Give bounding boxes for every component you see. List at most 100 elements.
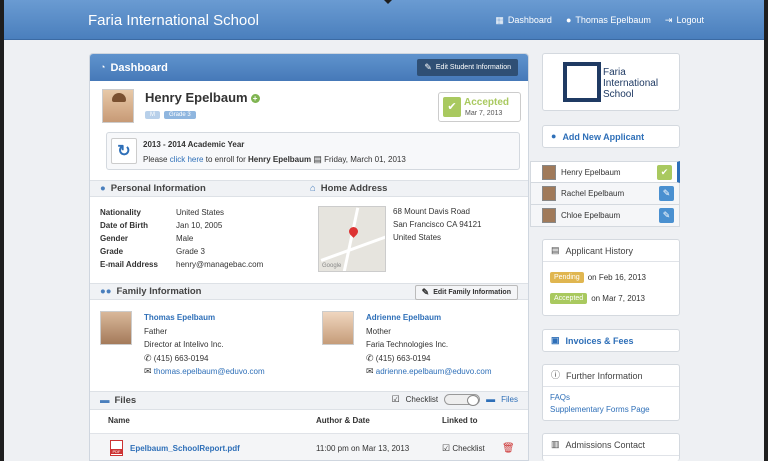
father-email-row: ✉ thomas.epelbaum@eduvo.com [144, 365, 265, 379]
student-tags: M Grade 3 [145, 111, 196, 119]
field-key: Date of Birth [100, 221, 148, 230]
father-job: Director at Intelivo Inc. [144, 340, 224, 349]
applicant-list: Henry Epelbaum ✔ Rachel Epelbaum ✎ Chloe… [530, 161, 680, 227]
money-icon: ▣ [551, 335, 560, 345]
applicant-item[interactable]: Rachel Epelbaum ✎ [530, 183, 680, 205]
refresh-icon: ↻ [111, 138, 137, 164]
tag-grade: Grade 3 [164, 111, 196, 119]
address-text: 68 Mount Davis Road San Francisco CA 941… [393, 205, 482, 244]
edit-family-button[interactable]: ✎ Edit Family Information [414, 285, 518, 300]
check-icon: ☑ [442, 443, 451, 453]
home-address-header: ⌂ Home Address [300, 180, 528, 197]
enroll-notice: ↻ 2013 - 2014 Academic Year Please click… [106, 132, 520, 170]
map-google-label: Google [322, 263, 342, 269]
father-card: Thomas Epelbaum Father Director at Intel… [144, 311, 265, 379]
father-phone-row: ✆ (415) 663-0194 [144, 352, 265, 366]
address-line2: San Francisco CA 94121 [393, 220, 482, 229]
father-phone: (415) 663-0194 [153, 353, 209, 363]
mother-email-row: ✉ adrienne.epelbaum@eduvo.com [366, 365, 492, 379]
enroll-name: Henry Epelbaum [248, 155, 312, 164]
field-value: Male [176, 234, 194, 243]
enroll-link[interactable]: click here [170, 155, 204, 164]
applicant-avatar [542, 164, 556, 180]
file-name[interactable]: Epelbaum_SchoolReport.pdf [130, 444, 240, 453]
further-title: Further Information [566, 370, 643, 381]
field-grade: Grade Grade 3 [100, 245, 263, 258]
field-value: Jan 10, 2005 [176, 221, 223, 230]
nav-dashboard[interactable]: ▦ Dashboard [495, 15, 552, 25]
invoices-fees-button[interactable]: ▣ Invoices & Fees [542, 329, 680, 352]
file-linked: ☑ Checklist [442, 443, 485, 454]
contact-card-icon: ▥ [551, 439, 560, 449]
top-navbar: Faria International School ▦ Dashboard ● T… [4, 0, 764, 40]
pencil-icon: ✎ [421, 287, 430, 297]
mother-name[interactable]: Adrienne Epelbaum [366, 311, 492, 325]
group-icon: ●● [100, 286, 112, 297]
school-brand[interactable]: Faria International School [88, 12, 259, 29]
logout-icon: ⇥ [664, 14, 673, 25]
accepted-status-box: ✔ Accepted Mar 7, 2013 [438, 92, 521, 122]
applicant-name: Chloe Epelbaum [561, 211, 621, 220]
mother-email[interactable]: adrienne.epelbaum@eduvo.com [376, 367, 492, 376]
school-logo-box: Faria International School [542, 53, 680, 111]
trash-icon[interactable]: 🗑 [502, 443, 515, 454]
col-linked: Linked to [442, 416, 478, 425]
field-key: Gender [100, 234, 129, 243]
further-info-box: ⓘ Further Information FAQs Supplementary… [542, 364, 680, 421]
add-applicant-button[interactable]: ● Add New Applicant [542, 125, 680, 148]
phone-icon: ✆ [366, 352, 374, 363]
contact-title: Admissions Contact [565, 439, 646, 450]
address-map[interactable]: Google [318, 206, 386, 272]
folder-icon: ▬ [100, 395, 110, 406]
edit-student-button[interactable]: ✎ Edit Student Information [417, 59, 518, 76]
admissions-contact-box: ▥ Admissions Contact [542, 433, 680, 461]
add-plus-icon[interactable]: + [250, 94, 260, 104]
enroll-prefix: Please [143, 155, 168, 164]
mother-job: Faria Technologies Inc. [366, 340, 449, 349]
field-nationality: Nationality United States [100, 206, 263, 219]
supplementary-link[interactable]: Supplementary Forms Page [550, 405, 650, 414]
father-name[interactable]: Thomas Epelbaum [144, 311, 265, 325]
mother-phone: (415) 663-0194 [375, 353, 431, 363]
personal-fields: Nationality United States Date of Birth Ja… [100, 206, 263, 271]
applicant-history-box: ▤ Applicant History Pending on Feb 16, 2… [542, 239, 680, 316]
mother-phone-row: ✆ (415) 663-0194 [366, 352, 492, 366]
files-title: Files [114, 395, 137, 406]
dashboard-panel: ◔ Dashboard ✎ Edit Student Information H… [89, 53, 529, 461]
father-email[interactable]: thomas.epelbaum@eduvo.com [154, 367, 265, 376]
address-title: Home Address [320, 183, 388, 194]
nav-logout[interactable]: ⇥ Logout [665, 15, 704, 25]
address-line1: 68 Mount Davis Road [393, 207, 470, 216]
family-title: Family Information [116, 286, 202, 297]
tag-short: M [145, 111, 160, 119]
mother-role: Mother [366, 326, 391, 336]
accepted-check-icon: ✔ [443, 97, 461, 117]
applicant-name: Henry Epelbaum [561, 167, 621, 177]
father-avatar [100, 311, 132, 345]
status-date: Mar 7, 2013 [465, 110, 503, 117]
add-applicant-label: Add New Applicant [562, 131, 645, 142]
applicant-item[interactable]: Henry Epelbaum ✔ [530, 161, 680, 183]
phone-icon: ✆ [144, 352, 152, 363]
accepted-badge: Accepted [550, 293, 588, 304]
nav-logout-label: Logout [676, 15, 704, 25]
history-title: Applicant History [565, 245, 634, 256]
personal-info-header: ● Personal Information [90, 180, 310, 197]
file-row: Epelbaum_SchoolReport.pdf 11:00 pm on Ma… [90, 433, 528, 460]
enroll-date: Friday, March 01, 2013 [324, 155, 406, 164]
history-row: Accepted on Mar 7, 2013 [550, 293, 645, 304]
nav-user[interactable]: ● Thomas Epelbaum [566, 15, 651, 25]
nav-dashboard-label: Dashboard [507, 15, 552, 25]
student-name-row: Henry Epelbaum + [145, 90, 260, 105]
student-photo [102, 89, 134, 123]
files-label[interactable]: Files [501, 395, 518, 404]
applicant-item[interactable]: Chloe Epelbaum ✎ [530, 205, 680, 227]
faqs-link[interactable]: FAQs [550, 393, 570, 402]
edit-student-label: Edit Student Information [435, 64, 511, 71]
checklist-files-toggle[interactable] [444, 394, 481, 406]
pending-badge: Pending [550, 272, 584, 283]
mother-card: Adrienne Epelbaum Mother Faria Technolog… [366, 311, 492, 379]
further-title-row: ⓘ Further Information [543, 365, 679, 387]
field-email: E-mail Address henry@managebac.com [100, 258, 263, 271]
top-notch [384, 0, 392, 4]
